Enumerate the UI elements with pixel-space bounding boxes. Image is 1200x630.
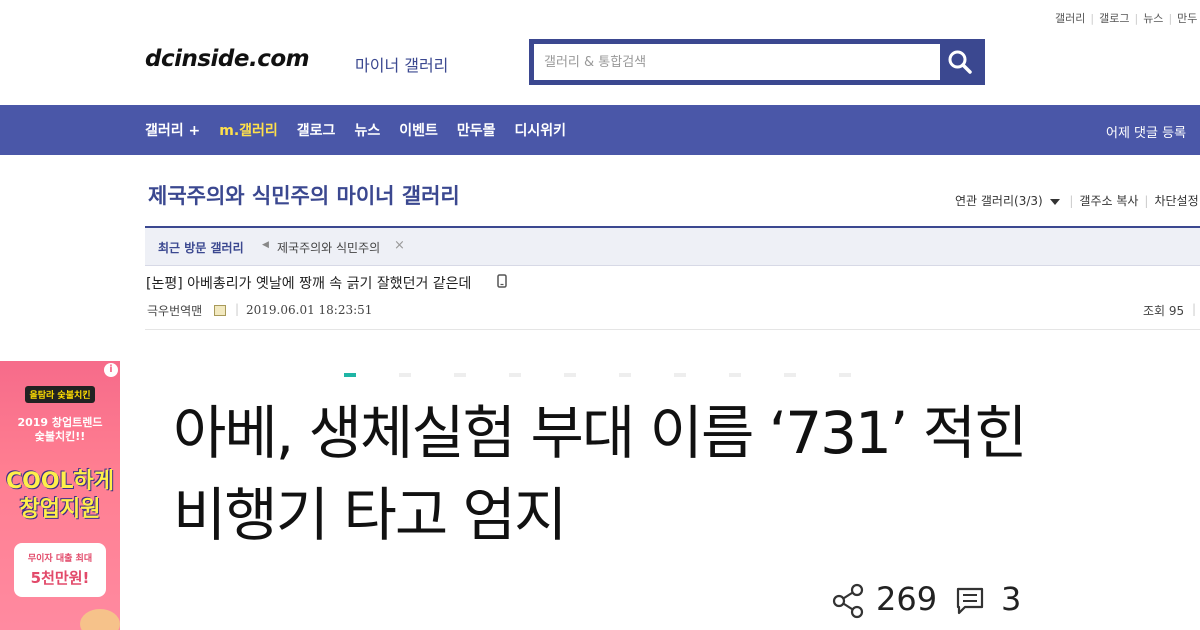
util-link-mandu[interactable]: 만두 (1177, 12, 1197, 25)
block-settings-link[interactable]: 차단설정 (1154, 194, 1198, 208)
carousel-dot[interactable] (509, 373, 521, 377)
search-icon (948, 50, 972, 74)
comment-count: 3 (1001, 580, 1022, 618)
carousel-dot[interactable] (784, 373, 796, 377)
ad-headline: COOL하게 창업지원 (0, 468, 120, 524)
meta-divider: | (235, 302, 240, 316)
gallery-title[interactable]: 제국주의와 식민주의 마이너 갤러리 (148, 180, 460, 210)
carousel-dot[interactable] (454, 373, 466, 377)
main-nav: 갤러리 + m.갤러리 갤로그 뉴스 이벤트 만두몰 디시위키 어제 댓글 등록 (0, 105, 1200, 155)
ad-tagline: 2019 창업트렌드 숯불치킨!! (0, 416, 120, 444)
ad-headline-2: 창업지원 (19, 497, 101, 522)
util-link-news[interactable]: 뉴스 (1143, 12, 1163, 25)
carousel-dot[interactable] (674, 373, 686, 377)
comment-icon[interactable] (955, 586, 985, 616)
ad-headline-1: COOL하게 (5, 469, 115, 494)
carousel-indicator (344, 373, 851, 377)
carousel-dot[interactable] (839, 373, 851, 377)
ad-tagline-1: 2019 창업트렌드 (17, 416, 103, 429)
site-logo[interactable]: dcinside.com (145, 46, 310, 72)
top-util-links: 갤러리 | 갤로그 | 뉴스 | 만두 (1055, 12, 1198, 25)
ad-offer-box: 무이자 대출 최대 5천만원! (14, 543, 106, 597)
ad-brand-label: 올탐라 숯불치킨 (25, 386, 95, 403)
copy-address-link[interactable]: 갤주소 복사 (1079, 194, 1138, 208)
caret-down-icon[interactable] (1049, 198, 1060, 206)
ad-tagline-2: 숯불치킨!! (34, 430, 86, 443)
carousel-dot[interactable] (564, 373, 576, 377)
carousel-dot[interactable] (399, 373, 411, 377)
post-date: 2019.06.01 18:23:51 (246, 303, 373, 317)
search-button[interactable] (940, 44, 980, 80)
nav-minor-gallery[interactable]: m.갤러리 (219, 120, 278, 140)
meta-divider-right: | (1192, 302, 1197, 316)
recent-visit-bar: 최근 방문 갤러리 ◀ 제국주의와 식민주의 × (145, 228, 1200, 266)
nav-dcwiki[interactable]: 디시위키 (514, 120, 566, 140)
post-header-divider (145, 329, 1200, 330)
view-count: 조회 95 (1143, 304, 1185, 318)
close-icon[interactable]: × (394, 238, 405, 253)
article-headline: 아베, 생체실험 부대 이름 ‘731’ 적힌 비행기 타고 엄지 (173, 399, 1028, 549)
gallery-tools: 연관 갤러리(3/3) | 갤주소 복사 | 차단설정 (955, 194, 1199, 208)
util-link-gallog[interactable]: 갤로그 (1099, 12, 1129, 25)
share-count: 269 (876, 580, 938, 618)
carousel-dot[interactable] (729, 373, 741, 377)
search-bar (529, 39, 985, 85)
recent-visit-item[interactable]: 제국주의와 식민주의 (277, 239, 380, 256)
util-link-gallery[interactable]: 갤러리 (1055, 12, 1085, 25)
ad-person-image (80, 609, 120, 630)
carousel-dot[interactable] (619, 373, 631, 377)
related-gallery-link[interactable]: 연관 갤러리(3/3) (955, 194, 1043, 208)
ad-info-icon[interactable]: i (104, 363, 118, 377)
mobile-icon (497, 274, 507, 288)
post-title: [논평] 아베총리가 옛날에 짱깨 속 긁기 잘했던거 같은데 (146, 276, 472, 292)
ad-offer-line-1: 무이자 대출 최대 (27, 554, 93, 564)
share-icon[interactable] (832, 583, 864, 619)
ad-offer-line-2: 5천만원! (30, 569, 90, 587)
nav-gallery[interactable]: 갤러리 + (145, 120, 200, 140)
recent-visit-label[interactable]: 최근 방문 갤러리 (158, 239, 244, 256)
logo-subtitle[interactable]: 마이너 갤러리 (355, 52, 448, 76)
nav-yesterday-comments[interactable]: 어제 댓글 등록 (1106, 122, 1186, 141)
post-author[interactable]: 극우번역맨 (147, 302, 202, 319)
fixed-nick-icon (214, 305, 226, 316)
chevron-left-icon[interactable]: ◀ (262, 240, 269, 250)
nav-news[interactable]: 뉴스 (354, 120, 380, 140)
carousel-dot[interactable] (344, 373, 356, 377)
nav-items: 갤러리 + m.갤러리 갤로그 뉴스 이벤트 만두몰 디시위키 (145, 105, 566, 155)
nav-gallog[interactable]: 갤로그 (297, 120, 336, 140)
search-input[interactable] (534, 44, 940, 80)
ad-brand: 올탐라 숯불치킨 (0, 383, 120, 403)
nav-mandu-mall[interactable]: 만두몰 (457, 120, 496, 140)
nav-event[interactable]: 이벤트 (399, 120, 438, 140)
ad-banner[interactable]: i 올탐라 숯불치킨 2019 창업트렌드 숯불치킨!! COOL하게 창업지원… (0, 361, 120, 630)
